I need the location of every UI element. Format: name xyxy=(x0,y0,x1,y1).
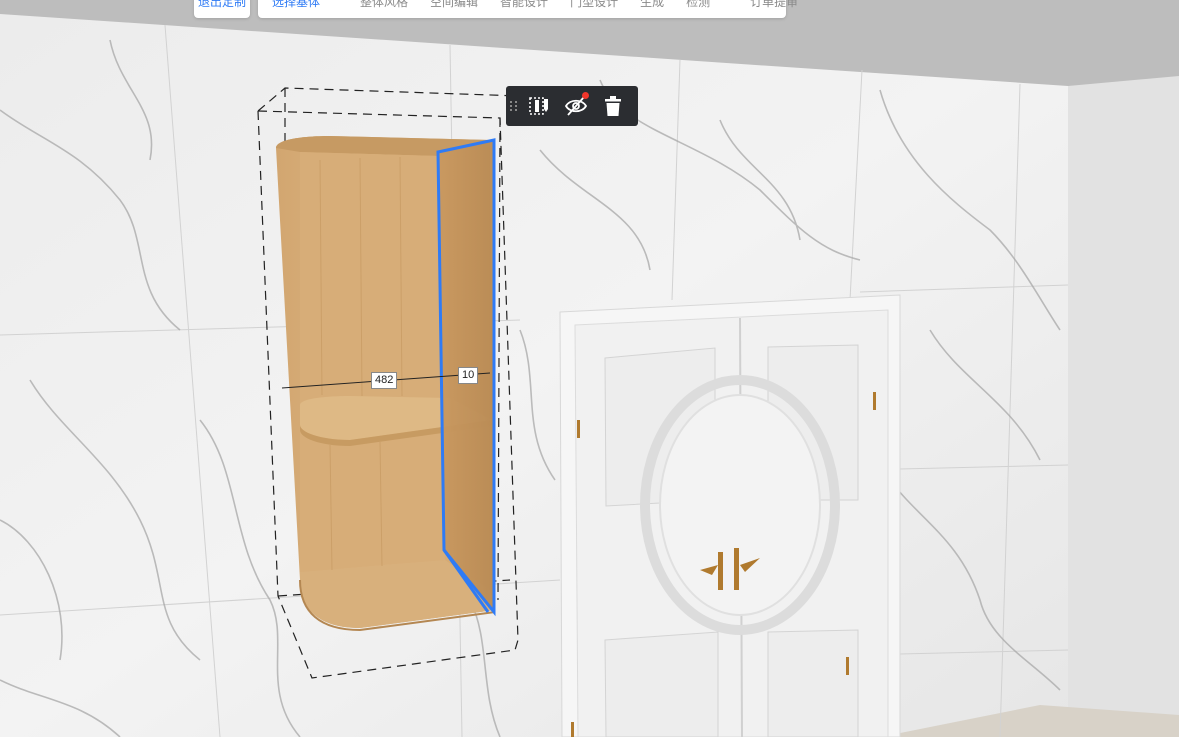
hide-button[interactable] xyxy=(565,92,590,119)
double-door[interactable] xyxy=(559,294,901,737)
exit-customize-label: 退出定制 xyxy=(197,0,246,9)
top-bar: 退出定制 选择基体 整体风格 空间编辑 智能设计 门型设计 生成 检测 订单提审 xyxy=(0,0,1179,18)
panel-thickness-label[interactable]: 10 xyxy=(458,367,479,384)
tab-space-edit[interactable]: 空间编辑 xyxy=(430,0,478,10)
right-wall xyxy=(1068,76,1179,737)
drag-handle[interactable] xyxy=(510,97,518,115)
edit-panel-button[interactable] xyxy=(528,93,551,119)
delete-button[interactable] xyxy=(601,93,624,119)
workflow-tabs: 选择基体 整体风格 空间编辑 智能设计 门型设计 生成 检测 订单提审 xyxy=(258,0,798,18)
notification-dot xyxy=(582,92,590,99)
selection-toolbar xyxy=(506,86,638,126)
edit-panel-icon xyxy=(529,97,549,115)
trash-icon xyxy=(604,96,621,116)
tab-check[interactable]: 检测 xyxy=(686,0,710,10)
tab-overall-style[interactable]: 整体风格 xyxy=(360,0,408,10)
width-dimension-label[interactable]: 482 xyxy=(371,372,398,389)
tab-order-submit[interactable]: 订单提审 xyxy=(750,0,798,10)
tab-select-base[interactable]: 选择基体 xyxy=(272,0,320,10)
tab-door-design[interactable]: 门型设计 xyxy=(570,0,618,10)
tab-smart-design[interactable]: 智能设计 xyxy=(500,0,548,10)
tab-generate[interactable]: 生成 xyxy=(640,0,664,10)
exit-customize-button[interactable]: 退出定制 xyxy=(194,0,250,18)
